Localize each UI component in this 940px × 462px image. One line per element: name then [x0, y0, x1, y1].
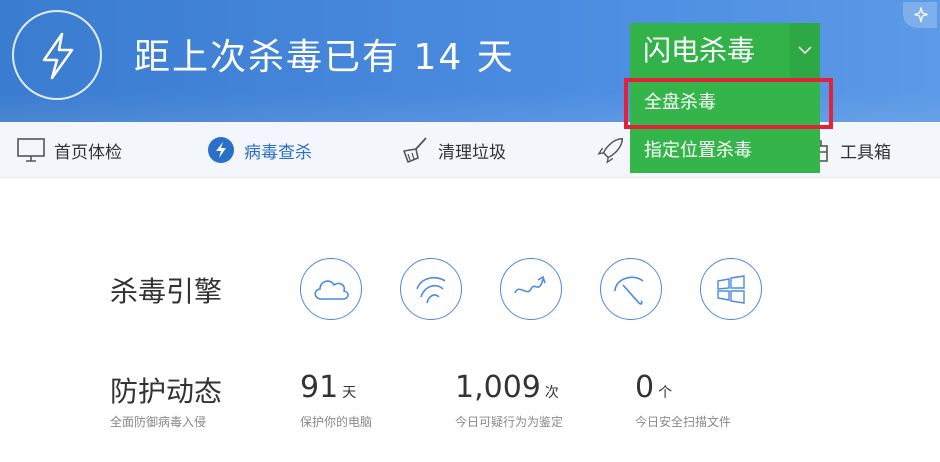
stat-scanned-files: 0个 — [635, 370, 672, 405]
sparkle-icon[interactable] — [903, 2, 937, 28]
nav-item-home-check[interactable]: 首页体检 — [16, 122, 122, 178]
stat-number: 1,009 — [455, 370, 541, 405]
stat-label: 今日可疑行为为鉴定 — [455, 415, 564, 429]
stat-number: 0 — [635, 370, 655, 405]
rocket-icon — [596, 135, 626, 165]
engine-title: 杀毒引擎 — [110, 275, 223, 308]
monitor-icon — [16, 135, 46, 165]
windows-icon[interactable] — [700, 258, 762, 320]
menu-item-custom-scan[interactable]: 指定位置杀毒 — [630, 129, 820, 173]
nav-item-speedup[interactable] — [596, 122, 634, 178]
nav-item-clean-junk[interactable]: 清理垃圾 — [400, 122, 506, 178]
behavior-arrow-icon[interactable] — [500, 258, 562, 320]
nav-item-label: 首页体检 — [54, 142, 122, 163]
broom-icon — [400, 135, 430, 165]
lightning-icon — [206, 135, 236, 165]
nav-item-virus-scan[interactable]: 病毒查杀 — [206, 122, 312, 178]
chevron-down-icon[interactable] — [790, 23, 820, 79]
stat-protected-days: 91 天 — [300, 370, 356, 405]
nav-item-label: 病毒查杀 — [244, 142, 312, 163]
protection-title: 防护动态 — [110, 375, 223, 408]
umbrella-icon[interactable] — [600, 258, 662, 320]
stat-unit: 次 — [544, 385, 559, 401]
stat-label: 保护你的电脑 — [300, 415, 373, 429]
stat-number: 91 — [300, 370, 339, 405]
stat-unit: 个 — [658, 385, 673, 401]
stat-suspicious-behaviors: 1,009 次 — [455, 370, 559, 405]
days-since-scan-headline: 距上次杀毒已有 14 天 — [134, 37, 515, 78]
engine-swirl-icon[interactable] — [400, 258, 462, 320]
nav-item-label: 清理垃圾 — [438, 142, 506, 163]
lightning-scan-button[interactable]: 闪电杀毒 — [630, 23, 790, 79]
lightning-icon — [12, 10, 102, 100]
cloud-icon[interactable] — [300, 258, 362, 320]
protection-subtitle: 全面防御病毒入侵 — [110, 415, 207, 429]
highlight-box — [624, 78, 833, 129]
stat-label: 今日安全扫描文件 — [635, 415, 732, 429]
stat-unit: 天 — [342, 385, 357, 401]
nav-item-label: 工具箱 — [840, 142, 891, 163]
